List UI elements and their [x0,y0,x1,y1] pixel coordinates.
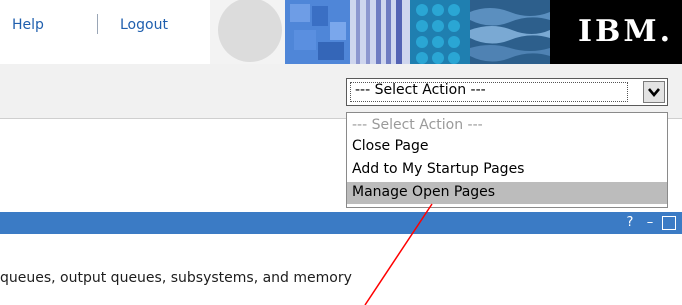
option-select-action: --- Select Action --- [352,117,483,133]
maximize-icon[interactable] [662,216,676,230]
help-link[interactable]: Help [12,17,44,33]
select-action-options: --- Select Action --- Close Page Add to … [346,112,668,208]
chevron-down-icon[interactable] [643,81,665,103]
portlet-title-bar: ? – [0,212,682,234]
select-current-value: --- Select Action --- [355,82,486,98]
option-manage-open-pages[interactable]: Manage Open Pages [347,182,667,204]
option-close-page[interactable]: Close Page [347,136,667,156]
portlet-content: queues, output queues, subsystems, and m… [0,234,682,305]
ibm-logo: IBM. [578,14,674,49]
help-icon[interactable]: ? [622,215,638,231]
top-header: Help Logout IBM. [0,0,682,64]
portlet-controls: ? – [622,215,676,231]
logout-link[interactable]: Logout [120,17,168,33]
select-action-dropdown[interactable]: --- Select Action --- [346,78,668,106]
header-separator [97,14,98,34]
minimize-icon[interactable]: – [642,215,658,231]
ibm-banner: IBM. [210,0,682,64]
option-add-to-startup[interactable]: Add to My Startup Pages [347,159,667,179]
description-text: queues, output queues, subsystems, and m… [0,270,352,286]
